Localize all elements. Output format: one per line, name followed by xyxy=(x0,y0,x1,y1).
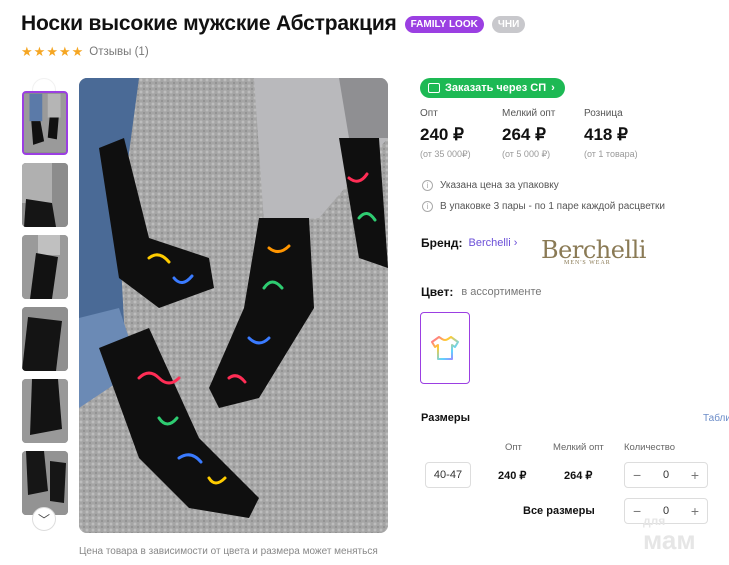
quantity-value[interactable]: 0 xyxy=(663,469,669,481)
brand-logo-subtitle: MEN'S WEAR xyxy=(564,260,611,266)
header-small-opt: Мелкий опт xyxy=(553,442,604,453)
thumbnail[interactable] xyxy=(22,91,68,155)
size-table-link[interactable]: Табли xyxy=(703,413,729,424)
star-icon: ★ xyxy=(71,44,84,59)
info-line-package-price: i Указана цена за упаковку xyxy=(422,180,559,191)
price-opt: Опт 240 ₽ (от 35 000₽) xyxy=(420,108,502,160)
socks-thumbnail-image xyxy=(22,163,68,227)
star-icon: ★ xyxy=(21,44,33,59)
price-value: 240 ₽ xyxy=(420,125,464,144)
watermark: для мам xyxy=(643,515,696,553)
decrement-button[interactable]: − xyxy=(633,503,641,519)
star-icon: ★ xyxy=(58,44,71,59)
tshirt-icon xyxy=(431,336,459,360)
price-condition: (от 35 000₽) xyxy=(420,149,471,159)
price-small-opt: Мелкий опт 264 ₽ (от 5 000 ₽) xyxy=(502,108,584,160)
price-value: 264 ₽ xyxy=(502,125,546,144)
product-title: Носки высокие мужские Абстракция xyxy=(21,12,397,35)
thumbnail-gallery: ︿ xyxy=(22,78,68,533)
info-text: Указана цена за упаковку xyxy=(440,180,559,191)
rating-row: ★ ★ ★ ★ ★ Отзывы (1) xyxy=(21,45,149,59)
info-line-package-contents: i В упаковке 3 пары - по 1 паре каждой р… xyxy=(422,201,665,212)
badge-family-look[interactable]: FAMILY LOOK xyxy=(404,15,484,33)
brand-link[interactable]: Berchelli › xyxy=(469,237,518,249)
color-swatch-assorted[interactable] xyxy=(420,312,470,384)
info-icon: i xyxy=(422,180,433,191)
price-label: Опт xyxy=(420,108,438,119)
order-sp-button[interactable]: Заказать через СП › xyxy=(420,78,565,98)
thumbnail[interactable] xyxy=(22,235,68,299)
order-sp-label: Заказать через СП xyxy=(445,82,547,94)
size-chip[interactable]: 40-47 xyxy=(425,462,471,488)
main-product-photo[interactable] xyxy=(79,78,388,533)
socks-thumbnail-image xyxy=(22,235,68,299)
all-sizes-label: Все размеры xyxy=(523,505,595,517)
price-note: Цена товара в зависимости от цвета и раз… xyxy=(79,546,378,557)
chevron-down-icon: ﹀ xyxy=(37,512,50,527)
thumbnail[interactable] xyxy=(22,307,68,371)
size-opt-price: 240 ₽ xyxy=(498,470,527,482)
color-value: в ассортименте xyxy=(461,286,542,298)
star-icon: ★ xyxy=(46,44,58,59)
decrement-button[interactable]: − xyxy=(633,467,641,483)
increment-button[interactable]: + xyxy=(691,467,699,483)
color-label: Цвет: xyxy=(421,285,454,299)
gallery-down-button[interactable]: ﹀ xyxy=(32,507,56,531)
rating-stars: ★ ★ ★ ★ ★ xyxy=(21,45,83,59)
price-label: Мелкий опт xyxy=(502,108,556,119)
socks-thumbnail-image xyxy=(22,451,68,515)
title-row: Носки высокие мужские Абстракция FAMILY … xyxy=(21,12,526,36)
price-value: 418 ₽ xyxy=(584,125,628,144)
sizes-title: Размеры xyxy=(421,412,471,424)
quantity-stepper: − 0 + xyxy=(624,462,708,488)
thumbnail[interactable] xyxy=(22,451,68,515)
price-retail: Розница 418 ₽ (от 1 товара) xyxy=(584,108,666,160)
chevron-right-icon: › xyxy=(551,82,555,94)
thumbnail[interactable] xyxy=(22,163,68,227)
badge-chni[interactable]: ЧНИ xyxy=(491,15,526,33)
info-icon: i xyxy=(422,201,433,212)
header-quantity: Количество xyxy=(624,442,676,453)
socks-photo-image xyxy=(79,78,388,533)
price-condition: (от 5 000 ₽) xyxy=(502,149,551,159)
price-block: Опт 240 ₽ (от 35 000₽) Мелкий опт 264 ₽ … xyxy=(420,108,666,160)
color-row: Цвет: в ассортименте xyxy=(421,285,541,299)
socks-thumbnail-image xyxy=(22,379,68,443)
cart-icon xyxy=(428,83,440,93)
brand-row: Бренд: Berchelli › xyxy=(421,236,517,250)
watermark-bottom: мам xyxy=(643,525,696,555)
brand-label: Бренд: xyxy=(421,236,463,250)
header-opt: Опт xyxy=(505,442,522,453)
star-icon: ★ xyxy=(33,44,46,59)
reviews-link[interactable]: Отзывы (1) xyxy=(89,46,148,58)
price-label: Розница xyxy=(584,108,623,119)
info-text: В упаковке 3 пары - по 1 паре каждой рас… xyxy=(440,201,665,212)
size-small-opt-price: 264 ₽ xyxy=(564,470,593,482)
price-condition: (от 1 товара) xyxy=(584,149,638,159)
socks-thumbnail-image xyxy=(22,307,68,371)
socks-thumbnail-image xyxy=(24,93,66,153)
thumbnail[interactable] xyxy=(22,379,68,443)
